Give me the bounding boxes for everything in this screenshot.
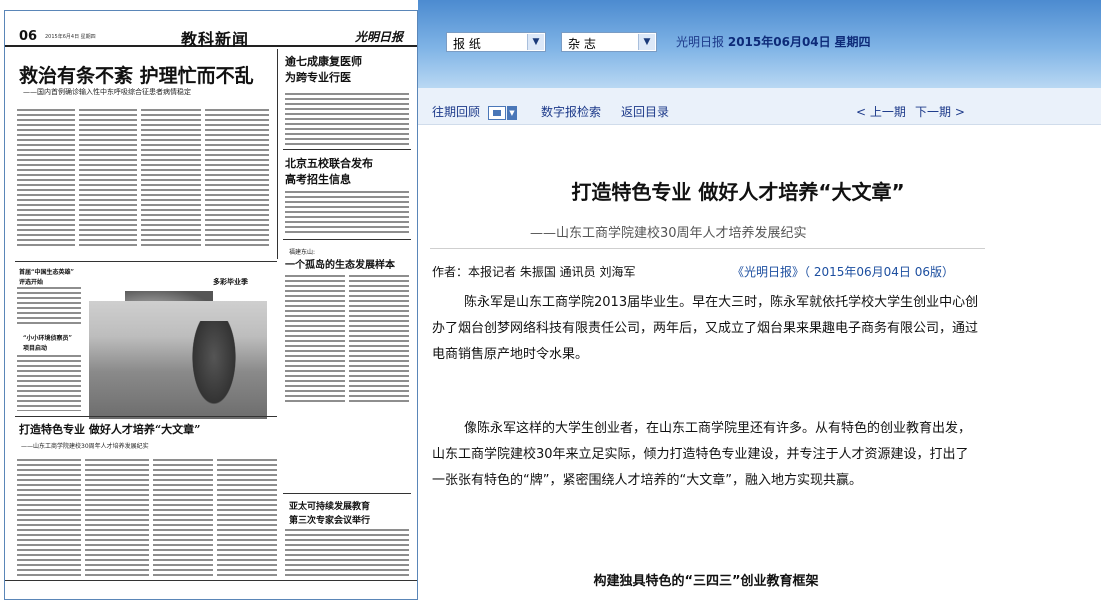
story-asia-headline-2[interactable]: 第三次专家会议举行 [289,513,370,526]
newspaper-select[interactable]: 报 纸 ▼ [446,32,546,52]
page-date: 2015年6月4日 星期四 [45,34,96,40]
news-photo-large [89,301,267,419]
story-admission-body [285,191,409,235]
chevron-down-icon[interactable]: ▼ [638,34,655,50]
page-section-title: 教科新闻 [181,30,250,49]
lead-headline[interactable]: 救治有条不紊 护理忙而不乱 [19,61,254,88]
newspaper-page-image[interactable]: 06 2015年6月4日 星期四 教科新闻 光明日报 救治有条不紊 护理忙而不乱… [4,10,418,600]
article-section-heading: 构建独具特色的“三四三”创业教育框架 [593,574,819,589]
column-rule [277,49,278,259]
paper-name: 光明日报 [676,35,725,49]
article-paragraph: 像陈永军这样的大学生创业者，在山东工商学院里还有许多。从有特色的创业教育出发，山… [432,421,972,488]
calendar-icon[interactable] [488,106,506,120]
featured-body-col1 [17,459,81,577]
issue-date: 2015年06月04日 [727,35,831,49]
story-island-body-col1 [285,275,345,405]
next-issue-link[interactable]: 下一期 > [915,103,965,120]
story-island-body-col2 [349,275,409,405]
lead-body-col4 [205,109,269,249]
story-separator [283,493,411,494]
story-ecohero-body [17,287,81,327]
story-graduation-headline[interactable]: 多彩毕业季 [213,277,248,287]
lead-subheadline: ——国内首例确诊输入性中东呼吸综合征患者病情稳定 [23,88,191,96]
story-admission-headline[interactable]: 北京五校联合发布 [285,155,373,171]
article-byline: 作者：本报记者 朱振国 通讯员 刘海军 [432,265,636,279]
story-rehab-headline-2[interactable]: 为跨专业行医 [285,69,351,85]
story-admission-headline-2[interactable]: 高考招生信息 [285,171,351,187]
featured-body-col3 [153,459,213,577]
issue-info: 光明日报 2015年06月04日 星期四 [676,33,871,50]
issue-weekday: 星期四 [834,35,871,49]
story-eco-scout-headline[interactable]: “小小环境侦察员” [23,333,72,342]
toolbar [418,88,1101,125]
article-subtitle: ——山东工商学院建校30周年人才培养发展纪实 [530,226,807,241]
story-separator [283,239,411,240]
story-ecohero-headline-2[interactable]: 评选开始 [19,277,43,286]
featured-body-col2 [85,459,149,577]
newspaper-logo: 光明日报 [354,30,403,44]
featured-story-headline[interactable]: 打造特色专业 做好人才培养“大文章” [19,421,200,437]
story-asia-headline[interactable]: 亚太可持续发展教育 [289,499,370,512]
story-rehab-headline[interactable]: 逾七成康复医师 [285,53,362,69]
story-eco-scout-body [17,355,81,411]
back-issues-link[interactable]: 往期回顾 [432,103,480,120]
story-separator [15,416,277,417]
featured-body-col4 [217,459,277,577]
magazine-select[interactable]: 杂 志 ▼ [561,32,657,52]
chevron-down-icon[interactable]: ▼ [507,106,517,120]
calendar-picker[interactable]: ▼ [488,106,518,120]
lead-body-col1 [17,109,75,249]
article-source-link[interactable]: 《光明日报》（ 2015年06月04日 06版） [732,263,954,280]
featured-story-subheadline: ——山东工商学院建校30周年人才培养发展纪实 [21,443,149,450]
lead-body-col2 [79,109,137,249]
story-rehab-body [285,93,409,147]
story-island-headline[interactable]: 一个孤岛的生态发展样本 [285,256,395,271]
page-masthead: 06 2015年6月4日 星期四 教科新闻 光明日报 [5,11,417,49]
story-island-tag: 福建东山: [289,249,316,256]
article-title: 打造特色专业 做好人才培养“大文章” [571,180,905,204]
page-footer [5,580,417,599]
digital-search-link[interactable]: 数字报检索 [541,103,601,120]
return-toc-link[interactable]: 返回目录 [621,103,669,120]
title-divider [430,248,985,249]
article-paragraph: 陈永军是山东工商学院2013届毕业生。早在大三时，陈永军就依托学校大学生创业中心… [432,295,979,362]
previous-issue-link[interactable]: < 上一期 [856,103,906,120]
story-asia-body [285,529,409,577]
story-separator [15,261,277,262]
story-separator [283,149,411,150]
page-number: 06 [19,29,38,44]
story-ecohero-headline[interactable]: 首届“中国生态英雄” [19,267,74,276]
story-eco-scout-headline-2[interactable]: 项目启动 [23,343,47,352]
lead-body-col3 [141,109,201,249]
chevron-down-icon[interactable]: ▼ [527,34,544,50]
